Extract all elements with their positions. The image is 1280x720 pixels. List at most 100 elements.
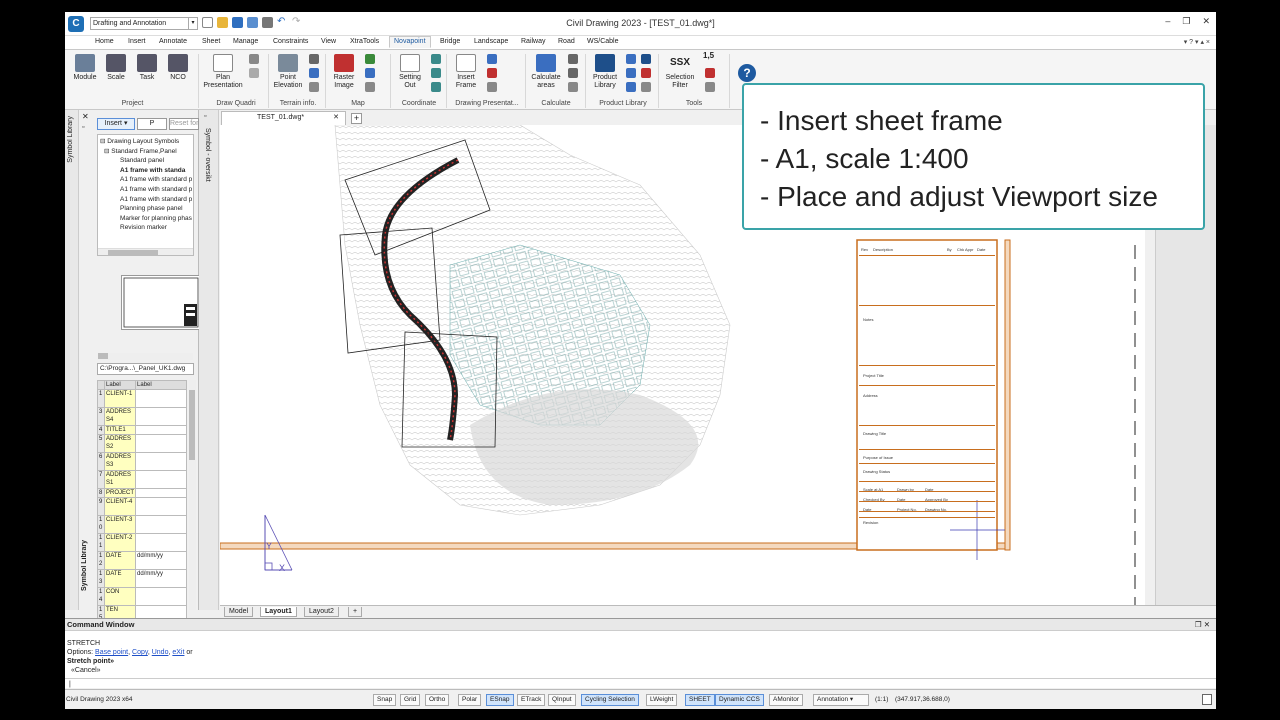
option-undo[interactable]: Undo (152, 649, 169, 656)
product-tool-icon[interactable] (641, 54, 651, 64)
command-input[interactable]: | (65, 678, 1216, 688)
insert-frame-button[interactable]: Insert Frame (450, 54, 482, 90)
point-elevation-button[interactable]: Point Elevation (271, 54, 305, 90)
option-base-point[interactable]: Base point (95, 649, 128, 656)
row-label[interactable]: ADDRES S1 (103, 470, 137, 489)
tab-annotate[interactable]: Annotate (159, 38, 187, 45)
tab-layout2[interactable]: Layout2 (304, 607, 339, 617)
tab-model[interactable]: Model (224, 607, 254, 617)
tool-icon[interactable] (705, 82, 715, 92)
row-label[interactable]: CLIENT-3 (103, 515, 137, 534)
tab-constraints[interactable]: Constraints (273, 38, 308, 45)
toggle-esnap[interactable]: ESnap (486, 694, 514, 706)
table-row[interactable]: 1 1 CLIENT-2 (97, 533, 187, 552)
calculate-tool-icon[interactable] (568, 54, 578, 64)
preview-scrollbar[interactable] (98, 353, 193, 360)
tree-item-standard-panel[interactable]: Standard panel (100, 156, 191, 166)
scale-button[interactable]: Scale (104, 54, 128, 82)
toggle-cycling-selection[interactable]: Cycling Selection (581, 694, 639, 706)
file-path-field[interactable]: C:\Progra...\_Panel_UK1.dwg (97, 363, 194, 375)
row-value[interactable] (135, 497, 187, 516)
row-value[interactable] (135, 434, 187, 453)
table-row[interactable]: 9 CLIENT-4 (97, 497, 187, 516)
panel-close-icon[interactable]: ✕ (82, 112, 89, 121)
presentation-tool-icon[interactable] (487, 54, 497, 64)
toggle-qinput[interactable]: QInput (548, 694, 576, 706)
product-tool-icon[interactable] (626, 82, 636, 92)
sheet-frame-right[interactable] (1004, 239, 1011, 551)
row-value[interactable] (135, 389, 187, 408)
tool-icon[interactable] (705, 68, 715, 78)
insert-dropdown-button[interactable]: Insert ▾ (97, 118, 135, 130)
setting-out-button[interactable]: Setting Out (394, 54, 426, 90)
toggle-ortho[interactable]: Ortho (425, 694, 450, 706)
new-tab-button[interactable]: + (351, 113, 362, 124)
tree-item-planning-phase-panel[interactable]: Planning phase panel (100, 204, 191, 214)
plan-presentation-button[interactable]: Plan Presentation (202, 54, 244, 90)
tree-item-revision-marker[interactable]: Revision marker (100, 223, 191, 233)
terrain-tool-icon[interactable] (309, 54, 319, 64)
row-value[interactable] (135, 470, 187, 489)
row-label[interactable]: ADDRES S3 (103, 452, 137, 471)
map-tool-icon[interactable] (365, 68, 375, 78)
restore-icon[interactable]: ❐ (1182, 16, 1190, 27)
product-library-button[interactable]: Product Library (589, 54, 621, 90)
p-button[interactable]: P (137, 118, 167, 130)
raster-image-button[interactable]: Raster Image (329, 54, 359, 90)
ribbon-controls[interactable]: ▾ ? ▾ ▴ × (1184, 38, 1210, 46)
toggle-sheet[interactable]: SHEET (685, 694, 715, 706)
oversikt-tab[interactable]: Symbol - oversikt (204, 128, 211, 182)
close-tab-icon[interactable]: ✕ (333, 112, 339, 124)
add-layout-button[interactable]: + (348, 607, 363, 617)
map-tool-icon[interactable] (365, 82, 375, 92)
tree-item-marker-planning-phase[interactable]: Marker for planning phas (100, 214, 192, 224)
row-value[interactable] (135, 452, 187, 471)
help-icon[interactable]: ? (738, 64, 756, 82)
table-scrollbar[interactable] (189, 380, 196, 610)
toggle-amonitor[interactable]: AMonitor (769, 694, 804, 706)
option-copy[interactable]: Copy (132, 649, 148, 656)
row-label[interactable]: CLIENT-1 (103, 389, 137, 408)
tab-railway[interactable]: Railway (521, 38, 546, 45)
table-row[interactable]: 8 PROJECT (97, 488, 187, 498)
product-tool-icon[interactable] (626, 54, 636, 64)
tab-manage[interactable]: Manage (233, 38, 258, 45)
option-exit[interactable]: eXit (172, 649, 184, 656)
coordinate-tool-icon[interactable] (431, 68, 441, 78)
table-row[interactable]: 1 0 CLIENT-3 (97, 515, 187, 534)
tab-view[interactable]: View (321, 38, 336, 45)
product-tool-icon[interactable] (641, 82, 651, 92)
table-row[interactable]: 1 CLIENT-1 (97, 389, 187, 408)
tab-home[interactable]: Home (95, 38, 114, 45)
tree-item-a1-frame[interactable]: A1 frame with standard p (100, 195, 192, 205)
product-tool-icon[interactable] (626, 68, 636, 78)
row-value[interactable] (135, 587, 187, 606)
presentation-tool-icon[interactable] (487, 82, 497, 92)
presentation-tool-icon[interactable] (487, 68, 497, 78)
minimize-icon[interactable]: – (1165, 16, 1170, 27)
selection-filter-button[interactable]: SSX Selection Filter (662, 54, 698, 90)
strip-close-icon[interactable]: ▫ (204, 113, 206, 120)
terrain-tool-icon[interactable] (309, 82, 319, 92)
close-icon[interactable]: ✕ (1202, 16, 1210, 27)
panel-pin-icon[interactable]: ▫ (82, 124, 84, 131)
tree-item-a1-frame-selected[interactable]: A1 frame with standa (100, 166, 191, 176)
module-button[interactable]: Module (70, 54, 100, 82)
row-label[interactable]: CLIENT-2 (103, 533, 137, 552)
row-value[interactable]: dd/mm/yy (135, 569, 187, 588)
tab-xtratools[interactable]: XtraTools (350, 38, 379, 45)
row-label[interactable]: DATE (103, 551, 137, 570)
tree-node-standard-frame-panel[interactable]: ⊟ Standard Frame,Panel (100, 147, 191, 157)
map-tool-icon[interactable] (365, 54, 375, 64)
tab-road[interactable]: Road (558, 38, 575, 45)
tree-item-a1-frame[interactable]: A1 frame with standard p (100, 175, 192, 185)
row-label[interactable]: TITLE1 (103, 425, 137, 435)
row-label[interactable]: CON (103, 587, 137, 606)
scale-value[interactable]: 1,5 (703, 52, 714, 60)
table-row[interactable]: 4 TITLE1 (97, 425, 187, 435)
tree-item-a1-frame[interactable]: A1 frame with standard p (100, 185, 192, 195)
row-value[interactable]: dd/mm/yy (135, 551, 187, 570)
terrain-tool-icon[interactable] (309, 68, 319, 78)
toggle-dynamic-ccs[interactable]: Dynamic CCS (715, 694, 764, 706)
row-label[interactable]: CLIENT-4 (103, 497, 137, 516)
